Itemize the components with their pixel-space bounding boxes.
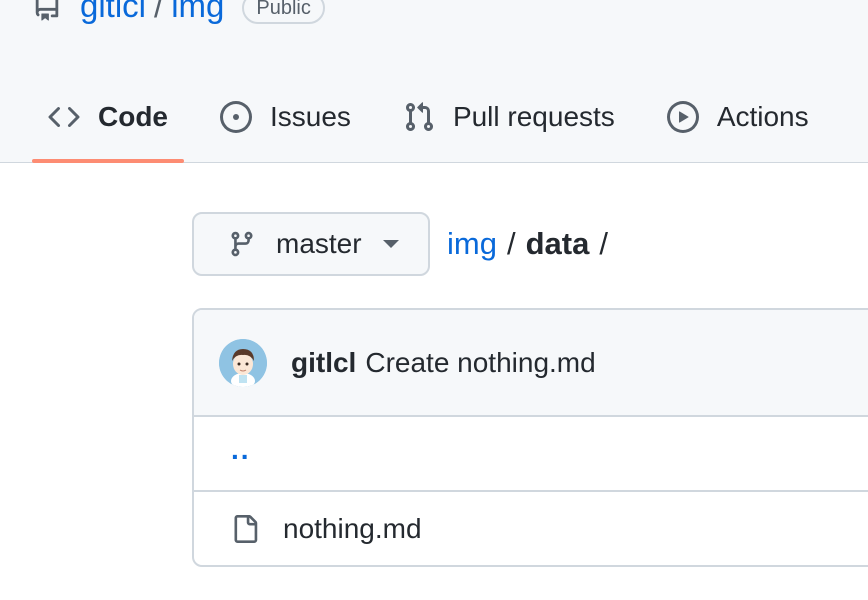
latest-commit-row: gitlcl Create nothing.md — [194, 310, 868, 417]
repo-title: gitlcl / img Public — [32, 0, 325, 26]
parent-directory-row[interactable]: .. — [194, 417, 868, 492]
breadcrumb: img / data / — [447, 222, 618, 266]
breadcrumb-root-link[interactable]: img — [447, 226, 497, 262]
tab-actions[interactable]: Actions — [651, 88, 825, 146]
repo-header: gitlcl / img Public Code Issues Pull req… — [0, 0, 868, 163]
list-item[interactable]: nothing.md — [194, 492, 868, 565]
issue-opened-icon — [220, 101, 252, 133]
git-pull-request-icon — [405, 102, 433, 132]
file-name-link[interactable]: nothing.md — [283, 513, 422, 545]
repo-path-separator: / — [154, 0, 164, 24]
commit-message-link[interactable]: Create nothing.md — [365, 347, 595, 379]
file-browser: gitlcl Create nothing.md .. nothing.md — [192, 308, 868, 567]
breadcrumb-separator: / — [506, 226, 516, 261]
repo-owner-link[interactable]: gitlcl — [80, 0, 146, 25]
repo-nav-tabs: Code Issues Pull requests Actions — [32, 88, 845, 163]
avatar[interactable] — [219, 338, 267, 387]
git-branch-icon — [231, 231, 253, 257]
tab-issues[interactable]: Issues — [204, 88, 367, 146]
branch-select-button[interactable]: master — [192, 212, 430, 276]
parent-directory-link[interactable]: .. — [231, 434, 251, 466]
code-icon — [48, 106, 80, 128]
caret-down-icon — [382, 240, 399, 248]
branch-name: master — [276, 228, 362, 259]
play-icon — [666, 101, 699, 133]
visibility-badge: Public — [242, 0, 325, 24]
tab-actions-label: Actions — [716, 101, 809, 132]
breadcrumb-current: data — [525, 226, 590, 261]
tab-pull-requests-label: Pull requests — [452, 101, 615, 132]
repo-name-link[interactable]: img — [171, 0, 224, 25]
file-icon — [234, 515, 258, 543]
tab-code[interactable]: Code — [32, 88, 184, 163]
tab-issues-label: Issues — [270, 101, 351, 132]
breadcrumb-trailing-separator: / — [599, 226, 608, 261]
commit-author-link[interactable]: gitlcl — [291, 347, 356, 379]
tab-code-label: Code — [98, 101, 168, 132]
tab-pull-requests[interactable]: Pull requests — [387, 88, 631, 146]
repo-icon — [32, 0, 62, 21]
